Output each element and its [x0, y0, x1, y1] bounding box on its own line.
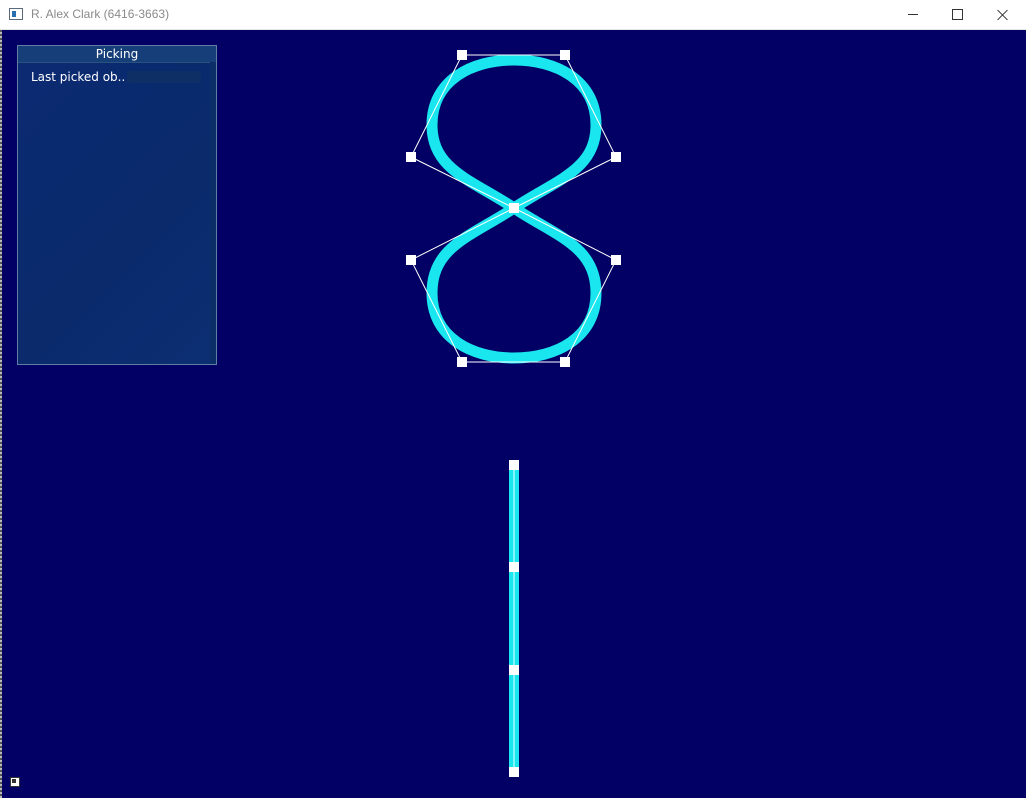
control-point[interactable] — [457, 50, 467, 60]
control-point[interactable] — [611, 152, 621, 162]
control-point[interactable] — [509, 767, 519, 777]
picking-panel[interactable]: Picking Last picked ob.. — [17, 45, 217, 365]
panel-scroll-area[interactable] — [210, 62, 216, 364]
maximize-icon — [951, 9, 963, 20]
control-point[interactable] — [457, 357, 467, 367]
vertical-line-curve[interactable] — [509, 462, 519, 772]
control-point[interactable] — [611, 255, 621, 265]
window-title: R. Alex Clark (6416-3663) — [31, 7, 170, 21]
picking-panel-title[interactable]: Picking — [18, 46, 216, 63]
figure-eight-curve-lower[interactable] — [426, 201, 602, 364]
figure-eight-curve-upper[interactable] — [426, 54, 602, 215]
last-picked-value-field — [127, 71, 201, 83]
gl-viewport[interactable]: Picking Last picked ob.. — [2, 30, 1026, 798]
control-point[interactable] — [560, 50, 570, 60]
help-corner-icon[interactable] — [10, 777, 20, 787]
control-point[interactable] — [560, 357, 570, 367]
control-point[interactable] — [509, 562, 519, 572]
window-app-icon[interactable] — [9, 8, 23, 20]
control-point[interactable] — [406, 255, 416, 265]
minimize-button[interactable] — [890, 0, 936, 29]
control-point[interactable] — [509, 460, 519, 470]
control-point[interactable] — [406, 152, 416, 162]
last-picked-row: Last picked ob.. — [31, 70, 203, 84]
control-point[interactable] — [509, 203, 519, 213]
window-titlebar: R. Alex Clark (6416-3663) — [0, 0, 1026, 30]
vertical-line-curve-highlight — [513, 462, 515, 772]
last-picked-label: Last picked ob.. — [31, 70, 126, 84]
close-button[interactable] — [980, 0, 1026, 29]
close-icon — [997, 9, 1009, 21]
maximize-button[interactable] — [934, 0, 980, 29]
minimize-icon — [908, 14, 918, 15]
control-point[interactable] — [509, 665, 519, 675]
